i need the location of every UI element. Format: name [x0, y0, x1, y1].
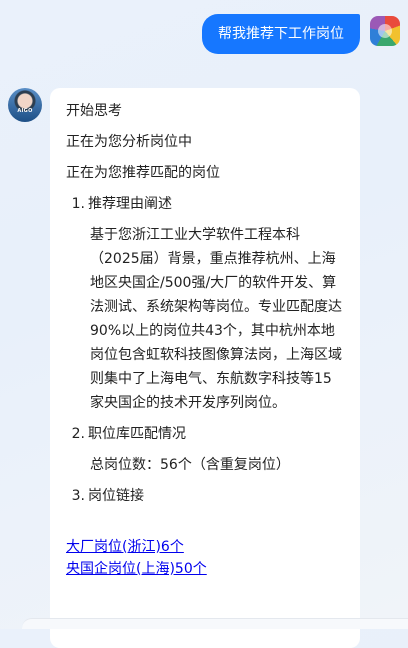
status-start-thinking: 开始思考 — [66, 103, 122, 119]
link-soe-shanghai[interactable]: 央国企岗位(上海)50个 — [66, 558, 344, 580]
link-big-company-zhejiang[interactable]: 大厂岗位(浙江)6个 — [66, 536, 344, 558]
user-message-row: 帮我推荐下工作岗位 — [202, 14, 400, 54]
status-analyzing: 正在为您分析岗位中 — [66, 134, 192, 150]
list-item-number: 1. — [71, 196, 85, 212]
status-recommending: 正在为您推荐匹配的岗位 — [66, 165, 220, 181]
list-item-title: 推荐理由阐述 — [88, 196, 172, 212]
list-item-header: 3. 岗位链接 — [66, 484, 344, 508]
list-item-links: 3. 岗位链接 — [66, 484, 344, 508]
list-item-number: 3. — [71, 488, 85, 504]
list-item-number: 2. — [71, 426, 85, 442]
bot-message-card: 开始思考 正在为您分析岗位中 正在为您推荐匹配的岗位 1. 推荐理由阐述 基于您… — [50, 88, 360, 648]
list-item-match: 2. 职位库匹配情况 总岗位数：56个（含重复岗位） — [66, 422, 344, 477]
list-item-body: 总岗位数：56个（含重复岗位） — [90, 457, 290, 473]
bot-avatar[interactable]: AIGO — [8, 88, 42, 122]
user-message-bubble[interactable]: 帮我推荐下工作岗位 — [202, 14, 360, 54]
list-item-header: 1. 推荐理由阐述 — [66, 192, 344, 216]
list-item-title: 岗位链接 — [88, 488, 144, 504]
input-area-edge — [22, 618, 408, 629]
list-item-body: 基于您浙江工业大学软件工程本科（2025届）背景，重点推荐杭州、上海地区央国企/… — [90, 227, 342, 411]
list-item-header: 2. 职位库匹配情况 — [66, 422, 344, 446]
user-avatar[interactable] — [370, 16, 400, 46]
list-item-title: 职位库匹配情况 — [88, 426, 186, 442]
job-links: 大厂岗位(浙江)6个 央国企岗位(上海)50个 — [66, 536, 344, 580]
bot-avatar-badge: AIGO — [17, 108, 33, 114]
list-item-reason: 1. 推荐理由阐述 基于您浙江工业大学软件工程本科（2025届）背景，重点推荐杭… — [66, 192, 344, 415]
recommendation-list: 1. 推荐理由阐述 基于您浙江工业大学软件工程本科（2025届）背景，重点推荐杭… — [66, 192, 344, 508]
